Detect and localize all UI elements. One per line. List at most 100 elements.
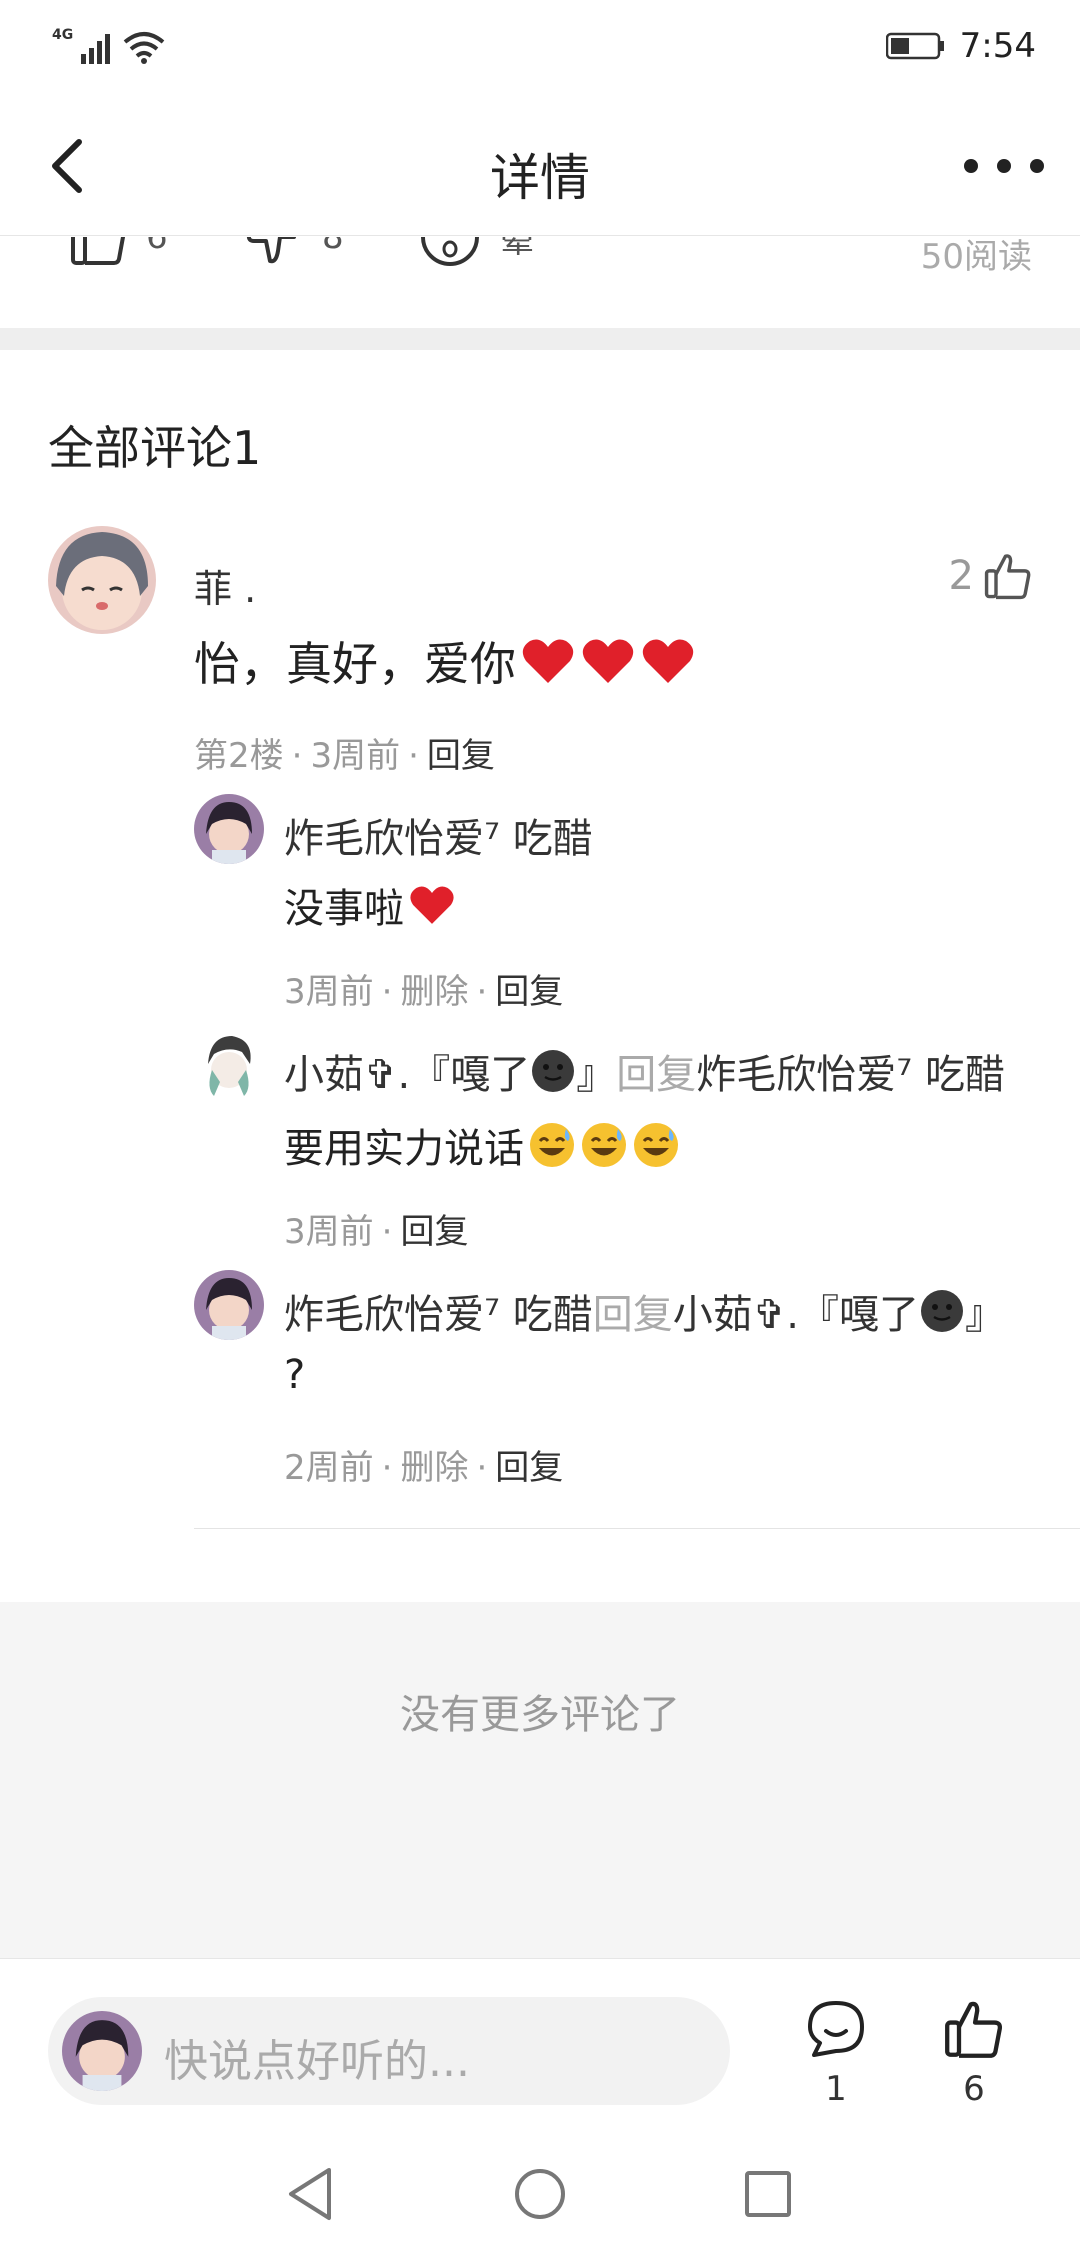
nav-home-button[interactable] [508,2162,572,2226]
avatar[interactable] [194,1030,264,1100]
delete-button[interactable]: 删除 [400,1448,468,1488]
post-action-row: 6 8 晕 50阅读 [0,237,1080,327]
comment-floor: 第2楼 [194,736,284,776]
avatar [62,2011,142,2091]
black-face-icon [532,1050,575,1092]
reply-author-line: 炸毛欣怡爱⁷ 吃醋 回复 小茹✞.『嘎了 』 [284,1282,1005,1340]
comments-section-title: 全部评论1 [48,421,262,475]
avatar-image [62,2011,142,2091]
reply-text-content: 没事啦 [284,886,404,932]
red-heart-icon [522,639,574,683]
battery-icon [885,32,944,60]
red-heart-icon [582,639,634,683]
reply-button[interactable]: 回复 [400,1212,468,1252]
avatar[interactable] [194,794,264,864]
no-more-text: 没有更多评论了 [400,1692,680,1738]
comment-text-content: 怡，真好，爱你 [194,637,516,691]
comment-author[interactable]: 菲 . [194,558,256,613]
thumbs-down-icon [246,237,296,264]
reply-time: 3周前 [284,1212,374,1252]
reply-author-suffix: 』 [576,1052,617,1098]
post-dislike-button[interactable]: 8 [246,237,344,267]
dizzy-face-icon [421,237,479,266]
post-like-button[interactable]: 6 [70,237,168,267]
like-count: 6 [963,2069,985,2109]
reply-target-suffix: 』 [964,1292,1005,1338]
read-count: 50阅读 [920,237,1032,277]
comment-input-placeholder: 快说点好听的... [164,2036,470,2087]
post-emotion-button[interactable]: 晕 [420,237,534,267]
more-dot-icon [1030,159,1044,173]
clock: 7:54 [959,26,1036,66]
sweat-smile-icon [634,1123,678,1167]
like-button[interactable]: 6 [934,1999,1014,2109]
avatar-image [48,526,156,634]
thumbs-up-icon [71,237,126,265]
signal-indicators: 4G [52,28,165,64]
nav-recents-button[interactable] [736,2162,800,2226]
reply-button[interactable]: 回复 [495,972,563,1012]
comment-like-button[interactable]: 2 [949,552,1032,600]
reply-button[interactable]: 回复 [427,736,495,776]
triangle-back-icon [289,2168,331,2220]
sweat-smile-icon [582,1123,626,1167]
post-dislike-count: 8 [322,237,344,257]
comment-time: 3周前 [310,736,401,776]
avatar[interactable] [48,526,156,634]
reply-text: ? [284,1352,305,1398]
comment-like-count: 2 [948,553,974,599]
avatar-image [194,1270,264,1340]
black-face-icon [920,1290,963,1332]
reply-text: 没事啦 [284,876,456,934]
signal-icon [81,34,111,64]
circle-home-icon [515,2169,565,2219]
page-title: 详情 [490,149,590,207]
reply-button[interactable]: 回复 [495,1448,563,1488]
post-emotion-label: 晕 [500,237,534,261]
more-dot-icon [964,159,978,173]
avatar-image [194,1030,264,1100]
avatar-image [194,794,264,864]
status-right: 7:54 [885,26,1036,66]
reply-word: 回复 [616,1052,697,1098]
comment-meta: 第2楼 · 3周前 · 回复 [194,736,495,776]
reply-target[interactable]: 小茹✞.『嘎了 [673,1282,919,1340]
more-dot-icon [997,159,1011,173]
section-divider [0,328,1080,350]
comment-count: 1 [825,2069,847,2109]
reply-meta: 3周前 · 回复 [284,1212,469,1252]
no-more-comments: 没有更多评论了 [0,1602,1080,1958]
square-recents-icon [745,2171,791,2217]
comment-divider [194,1528,1080,1529]
reply-author-line: 小茹✞.『嘎了 』 回复 炸毛欣怡爱⁷ 吃醋 [284,1042,1005,1100]
delete-button[interactable]: 删除 [400,972,468,1012]
nav-back-button[interactable] [278,2162,342,2226]
reply-time: 2周前 [284,1448,374,1488]
avatar[interactable] [194,1270,264,1340]
more-options-button[interactable] [964,146,1044,186]
reply-text-content: 要用实力说话 [284,1126,524,1172]
reply-time: 3周前 [284,972,374,1012]
red-heart-icon [642,639,694,683]
thumbs-up-icon [984,554,1031,600]
wifi-icon [123,32,165,64]
bottom-bar: 快说点好听的... 1 6 [0,1958,1080,2140]
comment-text: 怡，真好，爱你 [194,628,696,694]
sweat-smile-icon [530,1123,574,1167]
reply-author[interactable]: 炸毛欣怡爱⁷ 吃醋 [284,806,593,864]
comment-input[interactable]: 快说点好听的... [48,1997,730,2105]
status-bar: 4G 7:54 [0,0,1080,96]
reply-text-content: ? [284,1352,306,1398]
reply-meta: 3周前 · 删除 · 回复 [284,972,564,1012]
system-nav-bar [0,2140,1080,2244]
network-type: 4G [52,27,74,43]
reply-target[interactable]: 炸毛欣怡爱⁷ 吃醋 [696,1042,1005,1100]
post-like-count: 6 [146,237,168,257]
reply-meta: 2周前 · 删除 · 回复 [284,1448,564,1488]
thumbs-up-icon [945,2001,1003,2058]
speech-bubble-icon [808,2001,864,2057]
reply-author[interactable]: 炸毛欣怡爱⁷ 吃醋 [284,1282,593,1340]
title-bar: 详情 [0,96,1080,236]
comment-count-button[interactable]: 1 [796,1999,876,2109]
reply-author[interactable]: 小茹✞.『嘎了 [284,1042,530,1100]
